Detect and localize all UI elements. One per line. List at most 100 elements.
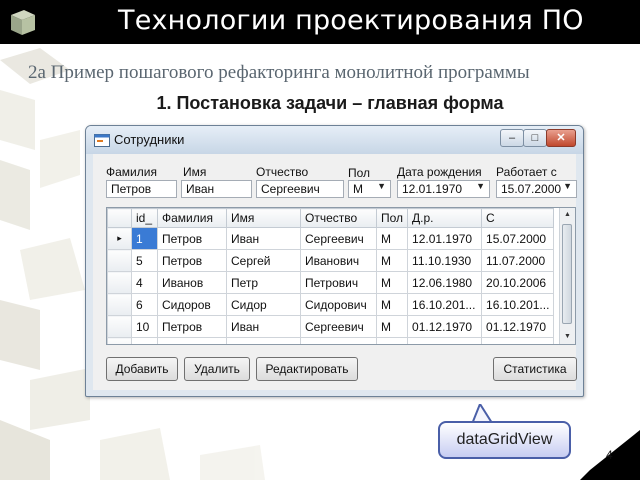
edit-button[interactable]: Редактировать: [256, 357, 358, 381]
table-cell[interactable]: Петров: [157, 227, 227, 250]
scroll-down-icon[interactable]: ▼: [560, 330, 575, 344]
table-cell[interactable]: Иван: [226, 315, 301, 338]
table-cell[interactable]: Сергеевич: [300, 315, 377, 338]
form-app-icon: [94, 134, 110, 147]
table-cell[interactable]: 16.10.201...: [407, 293, 483, 316]
table-cell[interactable]: Сидоров: [157, 293, 227, 316]
row-header-cell[interactable]: [107, 271, 132, 294]
table-row[interactable]: 10 Петров Иван Сергеевич М 01.12.1970 01…: [107, 315, 555, 338]
column-header[interactable]: Имя: [226, 208, 301, 228]
row-header-cell[interactable]: [107, 293, 132, 316]
datagrid-header-row: id_ Фамилия Имя Отчество Пол Д.р. С: [107, 208, 555, 228]
table-cell[interactable]: 12.06.1980: [407, 271, 483, 294]
corner-header-cell[interactable]: [107, 208, 132, 228]
row-header-cell[interactable]: [107, 249, 132, 272]
gender-select-value: М: [353, 182, 363, 196]
table-cell[interactable]: 16.10.201...: [481, 293, 555, 316]
table-cell[interactable]: [157, 337, 227, 344]
table-cell[interactable]: [226, 337, 301, 344]
datagridview-callout: dataGridView: [438, 421, 571, 459]
works-since-picker[interactable]: 15.07.2000 ▼: [496, 180, 577, 198]
table-cell[interactable]: М: [375, 227, 409, 250]
table-cell[interactable]: 20.10.2006: [481, 271, 555, 294]
table-cell[interactable]: 6: [131, 293, 158, 316]
birthdate-label: Дата рождения: [397, 165, 482, 179]
chevron-down-icon: ▼: [563, 181, 572, 191]
book-logo-icon: [11, 10, 35, 35]
table-cell[interactable]: Иванов: [157, 271, 227, 294]
table-cell[interactable]: 5: [131, 249, 158, 272]
column-header[interactable]: Пол: [375, 208, 409, 228]
table-cell[interactable]: [481, 337, 555, 344]
window-title: Сотрудники: [114, 132, 185, 147]
name-label: Имя: [183, 165, 207, 179]
statistics-button[interactable]: Статистика: [493, 357, 577, 381]
table-cell[interactable]: М: [375, 293, 409, 316]
row-header-cell[interactable]: [107, 315, 132, 338]
table-cell[interactable]: М: [375, 315, 409, 338]
table-row[interactable]: ▸ 1 Петров Иван Сергеевич М 12.01.1970 1…: [107, 227, 555, 250]
close-button[interactable]: ✕: [546, 129, 576, 147]
column-header[interactable]: Отчество: [300, 208, 377, 228]
table-cell[interactable]: Сергеевич: [300, 227, 377, 250]
table-cell[interactable]: 11.07.2000: [481, 249, 555, 272]
table-row[interactable]: 6 Сидоров Сидор Сидорович М 16.10.201...…: [107, 293, 555, 316]
table-cell[interactable]: 12.01.1970: [407, 227, 483, 250]
table-cell[interactable]: [407, 337, 483, 344]
table-cell[interactable]: М: [375, 249, 409, 272]
table-cell[interactable]: 4: [131, 271, 158, 294]
table-cell[interactable]: 01.12.1970: [407, 315, 483, 338]
table-row[interactable]: 5 Петров Сергей Иванович М 11.10.1930 11…: [107, 249, 555, 272]
delete-button[interactable]: Удалить: [184, 357, 250, 381]
scroll-up-icon[interactable]: ▲: [560, 208, 575, 222]
table-cell[interactable]: [131, 337, 158, 344]
column-header[interactable]: Д.р.: [407, 208, 483, 228]
scrollbar-thumb[interactable]: [562, 224, 572, 324]
table-cell[interactable]: 11.10.1930: [407, 249, 483, 272]
table-cell[interactable]: Петр: [226, 271, 301, 294]
slide-title: Технологии проектирования ПО: [118, 5, 584, 36]
new-row[interactable]: *: [107, 337, 555, 344]
employees-datagrid[interactable]: id_ Фамилия Имя Отчество Пол Д.р. С ▸ 1 …: [106, 207, 576, 345]
window-client-area: Фамилия Имя Отчество Пол Дата рождения Р…: [93, 154, 577, 390]
table-cell[interactable]: Иван: [226, 227, 301, 250]
name-input[interactable]: Иван: [181, 180, 252, 198]
patronymic-label: Отчество: [256, 165, 309, 179]
chevron-down-icon: ▼: [476, 181, 485, 191]
vertical-scrollbar[interactable]: ▲ ▼: [559, 208, 575, 344]
maximize-button[interactable]: □: [523, 129, 547, 147]
table-cell[interactable]: Петрович: [300, 271, 377, 294]
table-cell[interactable]: Иванович: [300, 249, 377, 272]
column-header[interactable]: С: [481, 208, 555, 228]
page-number: 4: [606, 448, 613, 462]
table-row[interactable]: 4 Иванов Петр Петрович М 12.06.1980 20.1…: [107, 271, 555, 294]
gender-select[interactable]: М ▼: [348, 180, 391, 198]
window-titlebar[interactable]: Сотрудники – □ ✕: [86, 126, 583, 154]
gender-label: Пол: [348, 166, 371, 180]
table-cell[interactable]: [375, 337, 409, 344]
minimize-button[interactable]: –: [500, 129, 524, 147]
chevron-down-icon: ▼: [377, 181, 386, 191]
table-cell[interactable]: 01.12.1970: [481, 315, 555, 338]
new-row-indicator-icon[interactable]: *: [107, 337, 132, 344]
current-row-indicator-icon[interactable]: ▸: [107, 227, 132, 250]
table-cell[interactable]: 1: [131, 227, 158, 250]
table-cell[interactable]: Сидор: [226, 293, 301, 316]
table-cell[interactable]: 10: [131, 315, 158, 338]
birthdate-picker[interactable]: 12.01.1970 ▼: [397, 180, 490, 198]
table-cell[interactable]: Сидорович: [300, 293, 377, 316]
table-cell[interactable]: 15.07.2000: [481, 227, 555, 250]
surname-input[interactable]: Петров: [106, 180, 177, 198]
birthdate-value: 12.01.1970: [402, 182, 463, 196]
table-cell[interactable]: Сергей: [226, 249, 301, 272]
table-cell[interactable]: [300, 337, 377, 344]
table-cell[interactable]: М: [375, 271, 409, 294]
table-cell[interactable]: Петров: [157, 249, 227, 272]
add-button[interactable]: Добавить: [106, 357, 178, 381]
datagrid-table: id_ Фамилия Имя Отчество Пол Д.р. С ▸ 1 …: [107, 208, 555, 344]
slide-subtitle: 2a Пример пошагового рефакторинга моноли…: [28, 62, 530, 83]
table-cell[interactable]: Петров: [157, 315, 227, 338]
column-header[interactable]: Фамилия: [157, 208, 227, 228]
patronymic-input[interactable]: Сергеевич: [256, 180, 344, 198]
column-header[interactable]: id_: [131, 208, 158, 228]
